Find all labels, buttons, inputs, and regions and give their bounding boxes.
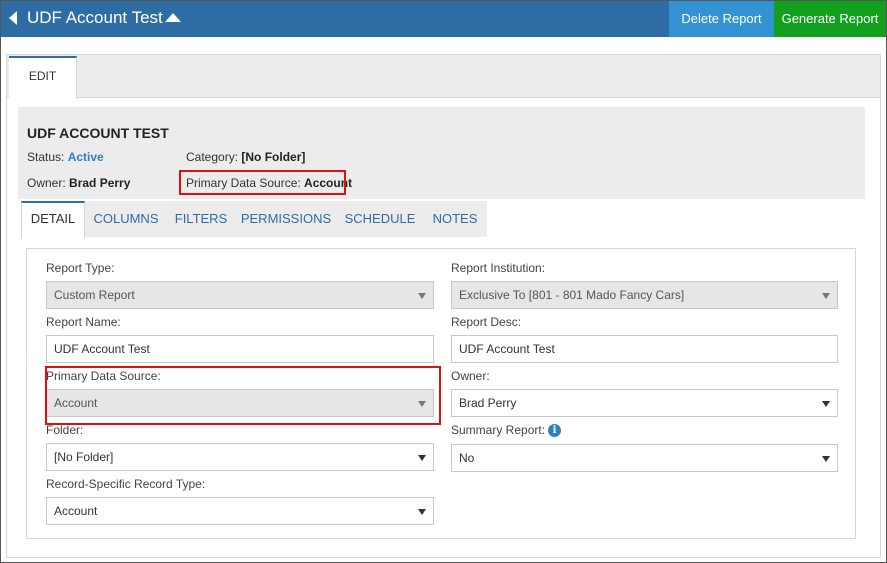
folder-select[interactable]: [No Folder] [46, 443, 434, 471]
owner-value: Brad Perry [69, 176, 131, 190]
summary-report-label: Summary Report: i [451, 423, 562, 438]
report-header: UDF ACCOUNT TEST Status: Active Category… [18, 107, 865, 199]
folder-label: Folder: [46, 423, 84, 437]
chevron-down-icon [822, 456, 830, 462]
tab-detail[interactable]: DETAIL [21, 201, 85, 238]
status-label: Status: Active [27, 150, 104, 164]
tab-permissions[interactable]: PERMISSIONS [237, 201, 335, 237]
chevron-down-icon [822, 401, 830, 407]
report-institution-select[interactable]: Exclusive To [801 - 801 Mado Fancy Cars] [451, 281, 838, 309]
owner-label: Owner: Brad Perry [27, 176, 131, 190]
tab-notes[interactable]: NOTES [425, 201, 485, 237]
highlight-box [45, 366, 441, 425]
tab-schedule[interactable]: SCHEDULE [337, 201, 423, 237]
report-name-input[interactable]: UDF Account Test [46, 335, 434, 363]
status-value: Active [67, 150, 104, 164]
record-type-select[interactable]: Account [46, 497, 434, 525]
owner-select[interactable]: Brad Perry [451, 389, 838, 417]
back-icon[interactable] [9, 11, 17, 25]
info-icon[interactable]: i [548, 424, 562, 438]
delete-report-button[interactable]: Delete Report [669, 1, 774, 37]
report-type-select[interactable]: Custom Report [46, 281, 434, 309]
tab-edit[interactable]: EDIT [9, 56, 77, 99]
tab-columns[interactable]: COLUMNS [87, 201, 165, 237]
caret-up-icon[interactable] [165, 13, 181, 22]
owner-field-label: Owner: [451, 369, 490, 383]
generate-report-button[interactable]: Generate Report [774, 1, 886, 37]
top-bar: UDF Account Test Delete Report Generate … [1, 1, 886, 37]
detail-tabs: DETAIL COLUMNS FILTERS PERMISSIONS SCHED… [21, 201, 487, 238]
highlight-box [179, 170, 346, 195]
report-name-label: Report Name: [46, 315, 121, 329]
detail-panel: Report Type: Custom Report Report Name: … [26, 248, 856, 539]
report-institution-label: Report Institution: [451, 261, 546, 275]
tab-filters[interactable]: FILTERS [167, 201, 235, 237]
report-desc-label: Report Desc: [451, 315, 522, 329]
category-value: [No Folder] [241, 150, 306, 164]
report-name-heading: UDF ACCOUNT TEST [27, 125, 169, 141]
chevron-down-icon [418, 455, 426, 461]
record-type-label: Record-Specific Record Type: [46, 477, 206, 491]
category-label: Category: [No Folder] [186, 150, 306, 164]
report-desc-input[interactable]: UDF Account Test [451, 335, 838, 363]
summary-report-select[interactable]: No [451, 444, 838, 472]
outer-tab-bar: EDIT [7, 55, 880, 99]
chevron-down-icon [418, 509, 426, 515]
report-type-label: Report Type: [46, 261, 115, 275]
chevron-down-icon [822, 293, 830, 299]
chevron-down-icon [418, 293, 426, 299]
report-title: UDF Account Test [27, 8, 163, 27]
